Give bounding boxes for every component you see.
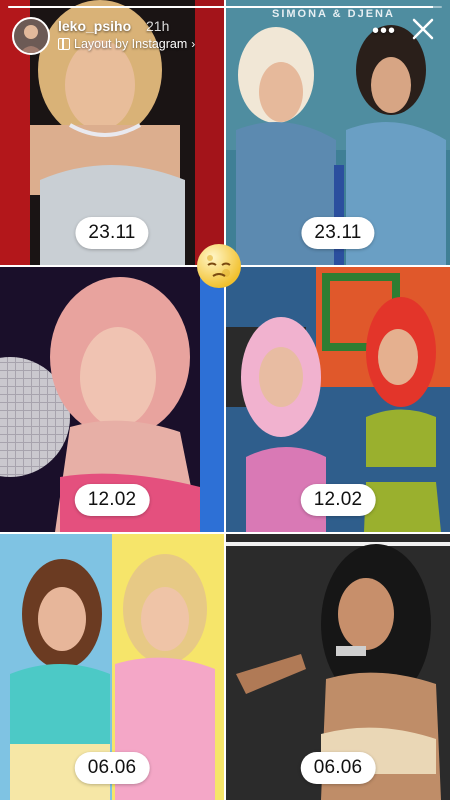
chevron-right-icon: › [191, 37, 196, 51]
close-icon[interactable] [408, 14, 438, 44]
date-label: 06.06 [300, 752, 376, 784]
post-time: 21h [146, 18, 170, 34]
date-label: 06.06 [74, 752, 150, 784]
story-viewer[interactable]: 23.11 SIMONA & DJENA 23.11 12.02 12.02 0… [0, 0, 450, 800]
photo-cell-5: 06.06 [0, 534, 224, 800]
more-options-icon[interactable]: ••• [372, 20, 396, 43]
date-label: 12.02 [74, 484, 150, 516]
layout-label: Layout by Instagram [74, 37, 188, 51]
moon-face-emoji [196, 243, 242, 289]
date-label: 23.11 [75, 217, 149, 249]
date-label: 23.11 [301, 217, 375, 249]
story-progress-bar [8, 6, 442, 8]
layout-by-instagram-link[interactable]: Layout by Instagram › [58, 37, 195, 51]
date-label: 12.02 [300, 484, 376, 516]
photo-cell-4: 12.02 [226, 267, 450, 532]
story-header: leko_psiho 21h Layout by Instagram › ••• [12, 14, 438, 55]
story-progress-fill [8, 6, 434, 8]
photo-cell-3: 12.02 [0, 267, 224, 532]
layout-grid: 23.11 SIMONA & DJENA 23.11 12.02 12.02 0… [0, 0, 450, 800]
avatar[interactable] [12, 17, 50, 55]
photo-cell-6: 06.06 [226, 534, 450, 800]
layout-icon [58, 38, 70, 50]
username[interactable]: leko_psiho [58, 18, 131, 34]
